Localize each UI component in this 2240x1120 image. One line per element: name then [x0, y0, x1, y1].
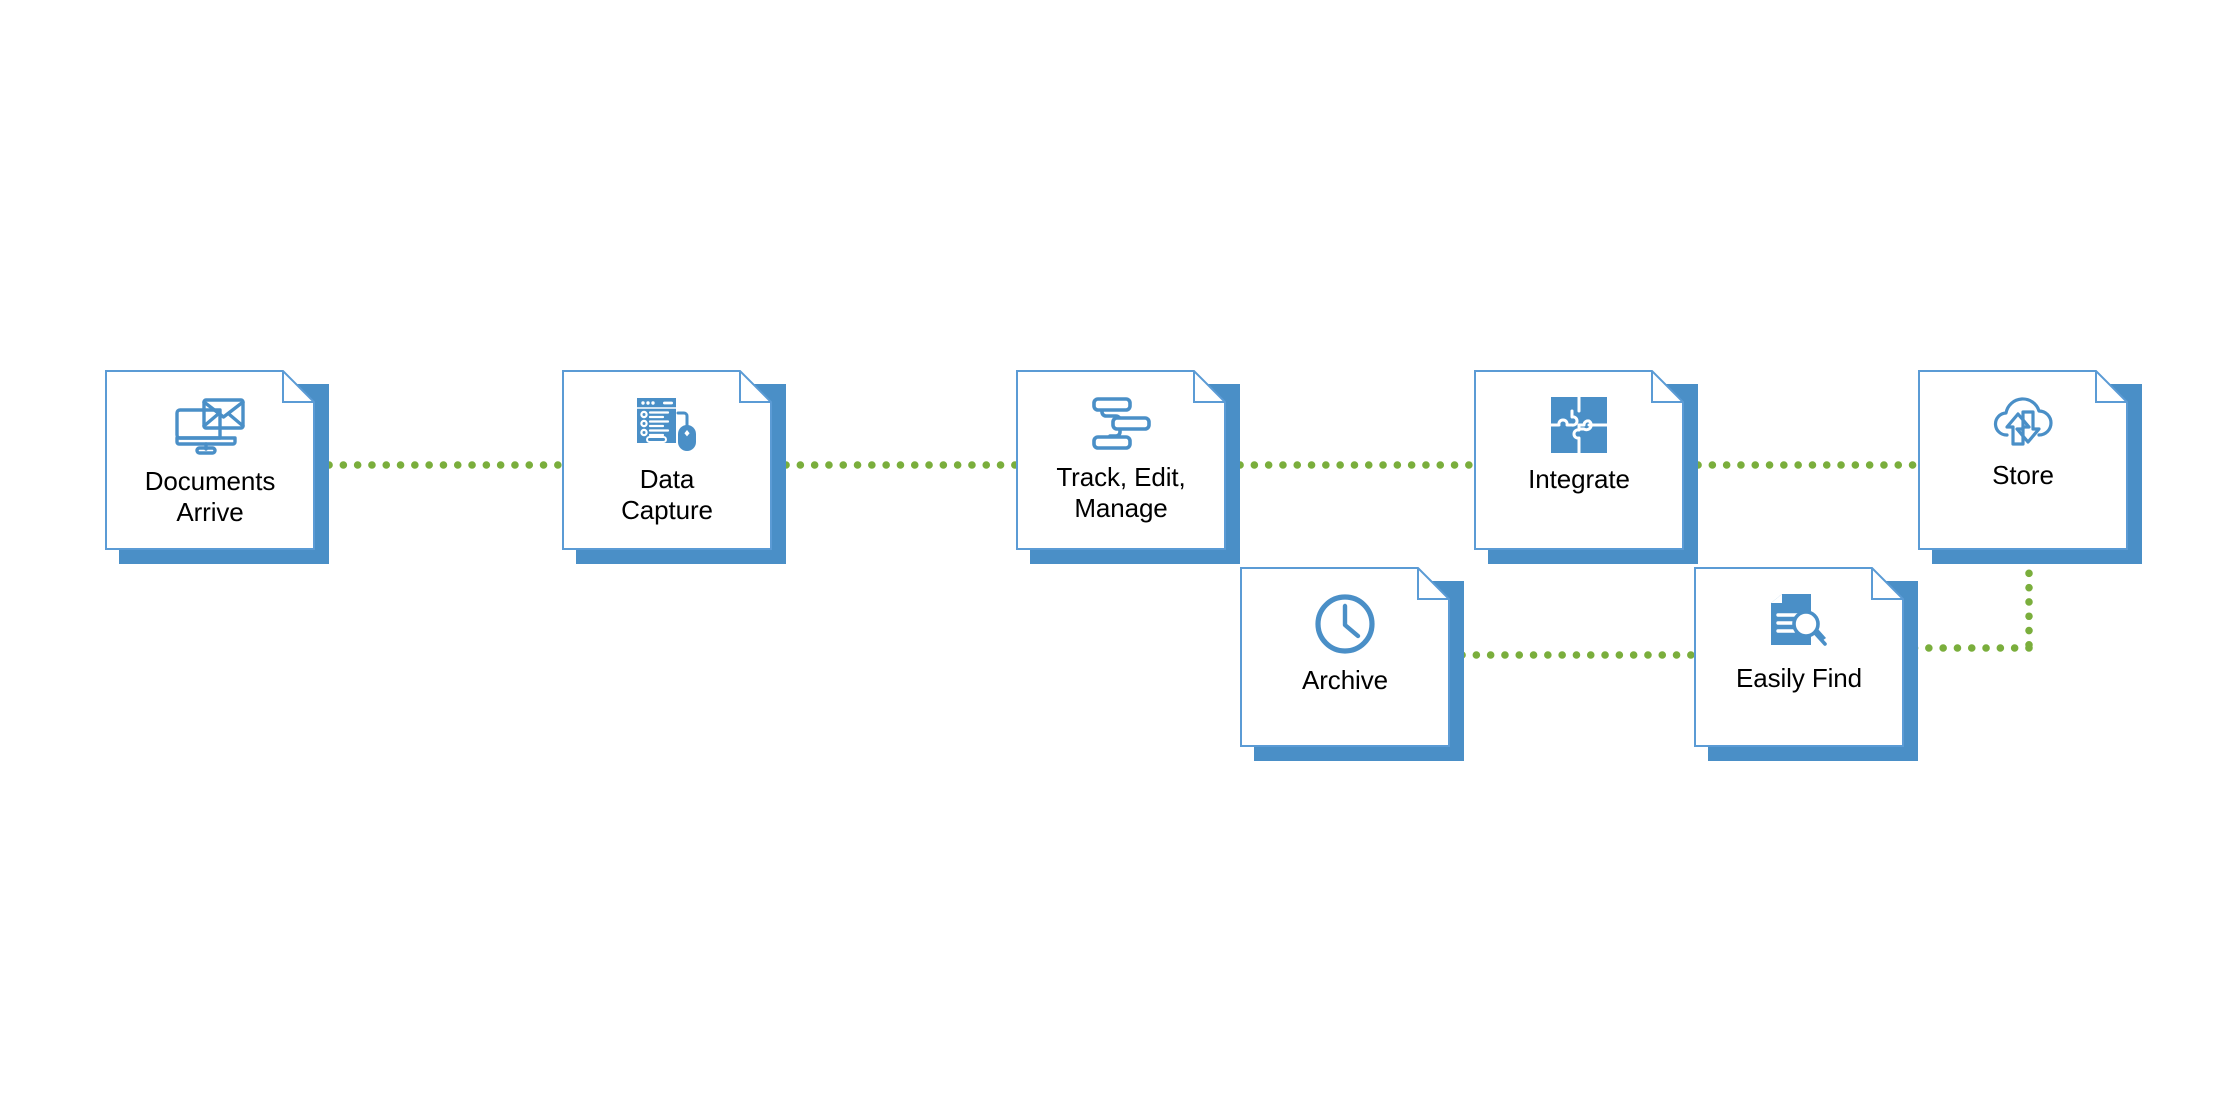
clock-icon	[1315, 594, 1375, 654]
card-body: Integrate	[1474, 370, 1684, 550]
node-data-capture[interactable]: Data Capture	[562, 370, 786, 564]
cloud-upload-download-icon	[1993, 397, 2053, 446]
node-label: Archive	[1302, 665, 1388, 695]
card-body: Data Capture	[562, 370, 772, 550]
card-body: Track, Edit, Manage	[1016, 370, 1226, 550]
node-easily-find[interactable]: Easily Find	[1694, 567, 1918, 761]
card-body: Archive	[1240, 567, 1450, 747]
node-track-edit-manage[interactable]: Track, Edit, Manage	[1016, 370, 1240, 564]
connector-integrate-to-store	[1694, 455, 1926, 475]
node-label: Integrate	[1528, 464, 1630, 494]
connector-data-capture-to-track-edit-manage	[782, 455, 1022, 475]
node-label: Store	[1992, 460, 2054, 490]
node-label: Documents Arrive	[144, 466, 276, 527]
workflow-bars-icon	[1092, 397, 1151, 450]
card-body: Documents Arrive	[105, 370, 315, 550]
card-body: Easily Find	[1694, 567, 1904, 747]
node-integrate[interactable]: Integrate	[1474, 370, 1698, 564]
document-search-icon	[1771, 594, 1827, 646]
node-documents-arrive[interactable]: Documents Arrive	[105, 370, 329, 564]
monitor-envelope-icon	[175, 398, 245, 455]
node-archive[interactable]: Archive	[1240, 567, 1464, 761]
node-label: Data Capture	[621, 464, 713, 525]
node-store[interactable]: Store	[1918, 370, 2142, 564]
node-label: Easily Find	[1735, 663, 1863, 693]
card-body: Store	[1918, 370, 2128, 550]
form-mouse-icon	[637, 398, 696, 451]
puzzle-icon	[1550, 396, 1608, 454]
node-label: Track, Edit, Manage	[1056, 462, 1186, 523]
connector-track-edit-manage-to-integrate	[1236, 455, 1480, 475]
connector-documents-arrive-to-data-capture	[325, 455, 565, 475]
connector-easily-find-to-archive	[1458, 645, 1698, 665]
diagram-canvas: Documents Arrive Data Capture Track, Edi…	[0, 0, 2240, 1120]
